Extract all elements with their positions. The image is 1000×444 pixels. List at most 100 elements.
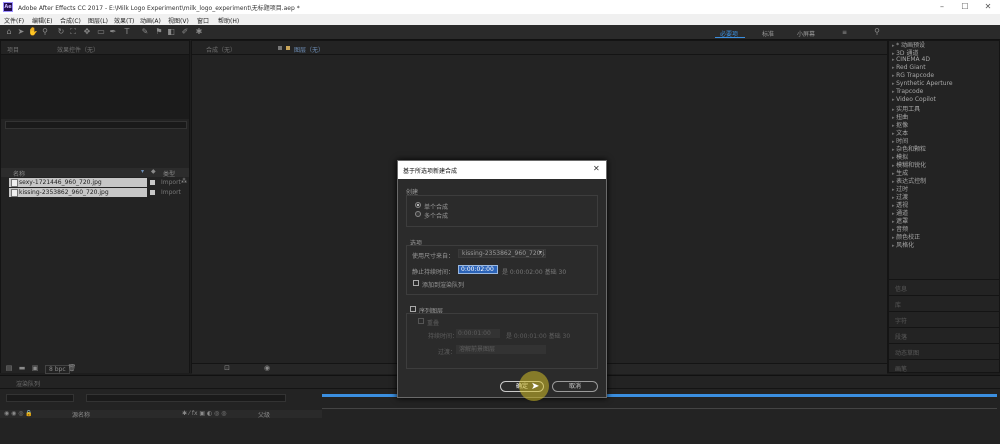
- workspace-standard[interactable]: 标准: [762, 29, 774, 38]
- bit-depth-button[interactable]: 8 bpc: [45, 365, 70, 374]
- brush-tool-icon[interactable]: ✎: [140, 27, 150, 37]
- dialog-close-icon[interactable]: ✕: [593, 164, 600, 173]
- timecode-display[interactable]: [6, 394, 74, 402]
- character-panel-tab[interactable]: 字符: [889, 311, 999, 328]
- single-composition-radio[interactable]: [415, 202, 421, 208]
- sequence-layers-checkbox[interactable]: [410, 306, 416, 312]
- dialog-title-bar: 基于所选项新建合成 ✕: [398, 161, 606, 179]
- minimize-button[interactable]: –: [930, 1, 954, 13]
- menu-view[interactable]: 视图(V): [168, 16, 189, 25]
- sort-chevron-down-icon[interactable]: ▾: [141, 168, 144, 175]
- table-row[interactable]: kissing-2353862_960_720.jpg: [9, 188, 147, 197]
- project-search-input[interactable]: [5, 121, 187, 129]
- roto-brush-tool-icon[interactable]: ✐: [180, 27, 190, 37]
- fx-category[interactable]: CINEMA 4D: [892, 56, 930, 63]
- snapshot-icon[interactable]: ◉: [262, 363, 272, 373]
- close-window-button[interactable]: ✕: [976, 1, 1000, 13]
- motion-sketch-panel-tab[interactable]: 动态草图: [889, 343, 999, 360]
- magnification-icon[interactable]: ⊡: [222, 363, 232, 373]
- puppet-tool-icon[interactable]: ✱: [194, 27, 204, 37]
- panel-menu-icon[interactable]: [278, 46, 282, 50]
- column-type[interactable]: 类型: [163, 169, 175, 178]
- home-icon[interactable]: ⌂: [4, 27, 14, 37]
- pan-behind-tool-icon[interactable]: ✥: [82, 27, 92, 37]
- use-dimensions-select[interactable]: kissing-2353862_960_720.j...: [458, 249, 546, 258]
- lock-icon[interactable]: [286, 46, 290, 50]
- menu-edit[interactable]: 编辑(E): [32, 16, 52, 25]
- library-panel-tab[interactable]: 库: [889, 295, 999, 312]
- type-tool-icon[interactable]: T: [122, 27, 132, 37]
- zoom-tool-icon[interactable]: ⚲: [40, 27, 50, 37]
- panel-label: 信息: [895, 286, 908, 293]
- multiple-compositions-radio[interactable]: [415, 211, 421, 217]
- layer-switches-icon[interactable]: ✱ ⁄ fx ▣ ◐ ◎ ◎: [182, 410, 227, 417]
- flow-icon[interactable]: ⁂: [181, 178, 187, 185]
- chevron-down-icon[interactable]: ▾: [539, 249, 542, 256]
- rotate-tool-icon[interactable]: ↻: [56, 27, 66, 37]
- av-switches-icon[interactable]: ◉ ◉ ◎ 🔒: [4, 410, 33, 417]
- menu-composition[interactable]: 合成(C): [60, 16, 81, 25]
- transition-select[interactable]: 溶解前景图层: [456, 345, 546, 354]
- project-tab[interactable]: 项目: [7, 45, 19, 54]
- single-composition-label: 单个合成: [424, 204, 449, 211]
- label-color-swatch[interactable]: [150, 190, 155, 195]
- overlap-label: 重叠: [427, 320, 440, 327]
- pen-tool-icon[interactable]: ✒: [108, 27, 118, 37]
- trash-icon[interactable]: 🗑: [67, 363, 77, 373]
- menu-file[interactable]: 文件(F): [4, 16, 24, 25]
- fx-category[interactable]: Synthetic Aperture: [892, 80, 953, 87]
- new-folder-icon[interactable]: ▬: [17, 363, 27, 373]
- label-color-swatch[interactable]: [150, 180, 155, 185]
- workspace-menu-icon[interactable]: ≡: [842, 29, 847, 36]
- workspace-small-screen[interactable]: 小屏幕: [797, 29, 815, 38]
- clone-stamp-tool-icon[interactable]: ⚑: [154, 27, 164, 37]
- table-row[interactable]: sexy-1721446_960_720.jpg: [9, 178, 147, 187]
- rectangle-tool-icon[interactable]: ▭: [96, 27, 106, 37]
- time-ruler[interactable]: [322, 398, 997, 409]
- composition-tab[interactable]: 合成（无）: [206, 45, 236, 54]
- label-tag-icon[interactable]: ◆: [151, 168, 156, 175]
- timeline-search-input[interactable]: [86, 394, 286, 402]
- still-duration-input[interactable]: 0:00:02:00: [458, 265, 498, 274]
- selection-tool-icon[interactable]: ➤: [16, 27, 26, 37]
- overlap-duration-input[interactable]: 0:00:01:00: [456, 329, 500, 338]
- new-composition-icon[interactable]: ▣: [30, 363, 40, 373]
- tab-divider: [192, 54, 887, 55]
- overlap-duration-info: 是 0:00:01:00 基础 30: [506, 333, 571, 340]
- fx-category[interactable]: Video Copilot: [892, 96, 936, 103]
- file-name: sexy-1721446_960_720.jpg: [19, 179, 102, 186]
- hand-tool-icon[interactable]: ✋: [28, 27, 38, 37]
- fx-category[interactable]: RG Trapcode: [892, 72, 934, 79]
- add-to-render-queue-checkbox[interactable]: [413, 280, 419, 286]
- column-name[interactable]: 名称: [13, 169, 25, 178]
- maximize-button[interactable]: ☐: [953, 1, 977, 13]
- panel-label: 库: [895, 302, 902, 309]
- still-duration-info: 是 0:00:02:00 基础 30: [502, 269, 567, 276]
- project-panel: 项目 效果控件（无） 名称 ▾ ◆ 类型 sexy-1721446_960_72…: [0, 40, 190, 374]
- menu-layer[interactable]: 图层(L): [88, 16, 108, 25]
- transition-label: 过渡：: [438, 349, 457, 356]
- menu-help[interactable]: 帮助(H): [218, 16, 239, 25]
- info-panel-tab[interactable]: 信息: [889, 279, 999, 296]
- menu-effect[interactable]: 效果(T): [114, 16, 134, 25]
- fx-category[interactable]: 风格化: [892, 240, 914, 249]
- fx-category[interactable]: Trapcode: [892, 88, 923, 95]
- brushes-panel-tab[interactable]: 画笔: [889, 359, 999, 376]
- panel-label: 画笔: [895, 366, 908, 373]
- file-name: kissing-2353862_960_720.jpg: [19, 189, 109, 196]
- cancel-button[interactable]: 取消: [552, 381, 598, 392]
- title-bar: Ae Adobe After Effects CC 2017 - E:\Milk…: [0, 0, 1000, 14]
- menu-animation[interactable]: 动画(A): [140, 16, 161, 25]
- interpret-footage-icon[interactable]: ▤: [4, 363, 14, 373]
- overlap-checkbox[interactable]: [418, 318, 424, 324]
- effect-controls-tab[interactable]: 效果控件（无）: [57, 45, 99, 54]
- fx-category[interactable]: Red Giant: [892, 64, 925, 71]
- camera-tool-icon[interactable]: ⛶: [68, 27, 78, 37]
- menu-window[interactable]: 窗口: [197, 16, 209, 25]
- paragraph-panel-tab[interactable]: 段落: [889, 327, 999, 344]
- render-queue-tab[interactable]: 渲染队列: [16, 379, 40, 388]
- eraser-tool-icon[interactable]: ◧: [166, 27, 176, 37]
- search-help-icon[interactable]: ⚲: [872, 27, 882, 37]
- column-source-name: 源名称: [72, 412, 91, 419]
- layer-tab[interactable]: 图层（无）: [294, 45, 324, 54]
